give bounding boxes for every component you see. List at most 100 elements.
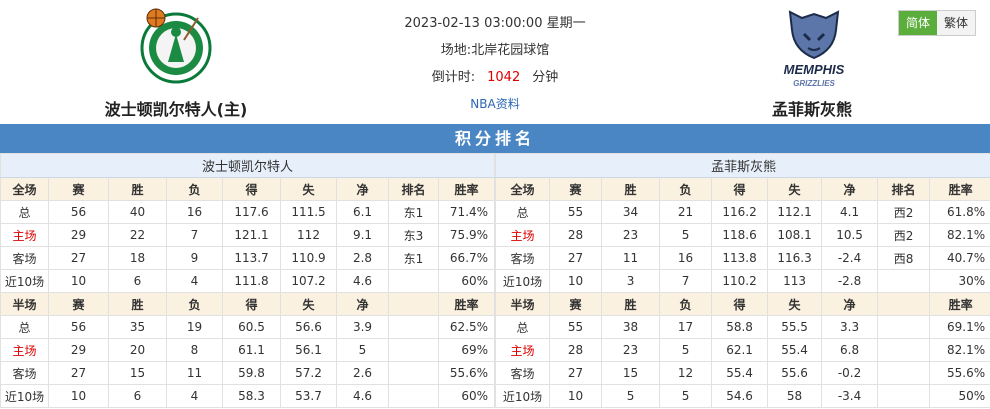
team-title: 波士顿凯尔特人 <box>0 153 496 178</box>
table-cell: 69% <box>437 338 496 362</box>
header-row: 半场赛胜负得失净 胜率 <box>495 292 990 316</box>
table-cell: 55 <box>549 200 603 224</box>
right-team-title-row: 孟菲斯灰熊 <box>495 153 990 178</box>
table-cell: 7 <box>659 269 713 293</box>
language-switch: 简体 繁体 <box>898 10 976 36</box>
table-cell: 10 <box>549 269 603 293</box>
column-header: 失 <box>280 292 337 316</box>
table-cell: 111.8 <box>222 269 281 293</box>
column-header: 排名 <box>877 177 931 201</box>
table-row: 总 55 34 21 116.2 112.1 4.1 西2 61.8% <box>495 200 990 224</box>
table-cell: 58 <box>767 384 823 408</box>
lang-traditional-button[interactable]: 繁体 <box>937 11 975 35</box>
table-row: 客场 27 18 9 113.7 110.9 2.8 东1 66.7% <box>0 246 496 270</box>
column-header: 净 <box>336 292 389 316</box>
table-cell: 69.1% <box>929 315 990 339</box>
table-cell <box>877 361 931 385</box>
table-cell: 38 <box>601 315 661 339</box>
table-cell: 110.9 <box>280 246 337 270</box>
table-cell: 29 <box>48 338 109 362</box>
column-header: 胜 <box>601 292 661 316</box>
table-cell: 5 <box>659 338 713 362</box>
table-cell: 34 <box>601 200 661 224</box>
table-cell: 66.7% <box>437 246 496 270</box>
column-header: 负 <box>659 292 713 316</box>
table-cell: 27 <box>48 246 109 270</box>
row-label: 总 <box>495 315 551 339</box>
home-team[interactable]: 波士顿凯尔特人(主) <box>46 0 306 120</box>
home-standings-table: 波士顿凯尔特人 全场赛胜负得失净排名 胜率总 56 40 16 117.6 111.5 6.1 东… <box>0 153 496 408</box>
table-cell: 12 <box>659 361 713 385</box>
column-header: 净 <box>821 292 879 316</box>
table-cell: 4.1 <box>821 200 879 224</box>
column-header: 胜率 <box>437 177 496 201</box>
table-cell: 27 <box>549 246 603 270</box>
table-cell: 62.5% <box>437 315 496 339</box>
table-cell: 4.6 <box>336 384 389 408</box>
table-row: 近10场 10 3 7 110.2 113 -2.8 30% <box>495 269 990 293</box>
table-cell <box>877 315 931 339</box>
table-cell: 112.1 <box>767 200 823 224</box>
row-label: 近10场 <box>495 269 551 293</box>
home-team-name: 波士顿凯尔特人(主) <box>104 100 248 119</box>
column-header: 净 <box>821 177 879 201</box>
header-row: 全场赛胜负得失净排名 胜率 <box>495 177 990 201</box>
column-header: 失 <box>767 292 823 316</box>
table-cell: 82.1% <box>929 223 990 247</box>
table-cell: 23 <box>601 338 661 362</box>
table-cell: 5 <box>336 338 389 362</box>
table-cell: 16 <box>659 246 713 270</box>
table-cell: -3.4 <box>821 384 879 408</box>
table-cell: 71.4% <box>437 200 496 224</box>
table-row: 客场 27 15 12 55.4 55.6 -0.2 55.6% <box>495 361 990 385</box>
table-cell: 108.1 <box>767 223 823 247</box>
table-cell: 56 <box>48 315 109 339</box>
table-row: 客场 27 11 16 113.8 116.3 -2.4 西8 40.7% <box>495 246 990 270</box>
table-cell: 55.4 <box>767 338 823 362</box>
match-info: 2023-02-13 03:00:00 星期一 场地:北岸花园球馆 倒计时: 10… <box>360 10 630 118</box>
match-countdown: 倒计时: 1042 分钟 <box>360 64 630 91</box>
column-header: 全场 <box>0 177 49 201</box>
header-row: 全场赛胜负得失净排名 胜率 <box>0 177 496 201</box>
nba-info-link[interactable]: NBA资料 <box>470 97 519 111</box>
table-cell: 29 <box>48 223 109 247</box>
column-header: 得 <box>711 292 769 316</box>
table-cell <box>877 384 931 408</box>
table-cell: 19 <box>166 315 223 339</box>
table-cell <box>388 384 439 408</box>
match-datetime: 2023-02-13 03:00:00 星期一 <box>404 16 586 31</box>
table-cell <box>388 338 439 362</box>
table-cell: 5 <box>601 384 661 408</box>
column-header: 负 <box>166 292 223 316</box>
column-header: 赛 <box>549 177 603 201</box>
row-label: 主场 <box>495 338 551 362</box>
table-cell <box>388 361 439 385</box>
table-cell: 30% <box>929 269 990 293</box>
row-label: 主场 <box>0 338 49 362</box>
table-row: 主场 28 23 5 62.1 55.4 6.8 82.1% <box>495 338 990 362</box>
table-cell: 西2 <box>877 200 931 224</box>
row-label: 近10场 <box>0 384 49 408</box>
table-cell: 东1 <box>388 246 439 270</box>
table-cell: 59.8 <box>222 361 281 385</box>
table-cell: 8 <box>166 338 223 362</box>
table-cell: 75.9% <box>437 223 496 247</box>
row-label: 总 <box>0 200 49 224</box>
table-row: 近10场 10 6 4 111.8 107.2 4.6 60% <box>0 269 496 293</box>
table-cell: 28 <box>549 223 603 247</box>
table-cell: 55.6% <box>929 361 990 385</box>
table-cell: 10.5 <box>821 223 879 247</box>
table-cell: 40 <box>108 200 167 224</box>
row-label: 客场 <box>495 246 551 270</box>
table-cell <box>388 315 439 339</box>
column-header: 得 <box>222 177 281 201</box>
row-label: 总 <box>0 315 49 339</box>
table-cell: 27 <box>549 361 603 385</box>
table-cell: 116.3 <box>767 246 823 270</box>
table-cell: 55.6 <box>767 361 823 385</box>
row-label: 主场 <box>0 223 49 247</box>
table-cell: 21 <box>659 200 713 224</box>
table-cell <box>877 269 931 293</box>
lang-simplified-button[interactable]: 简体 <box>899 11 937 35</box>
table-cell: 110.2 <box>711 269 769 293</box>
